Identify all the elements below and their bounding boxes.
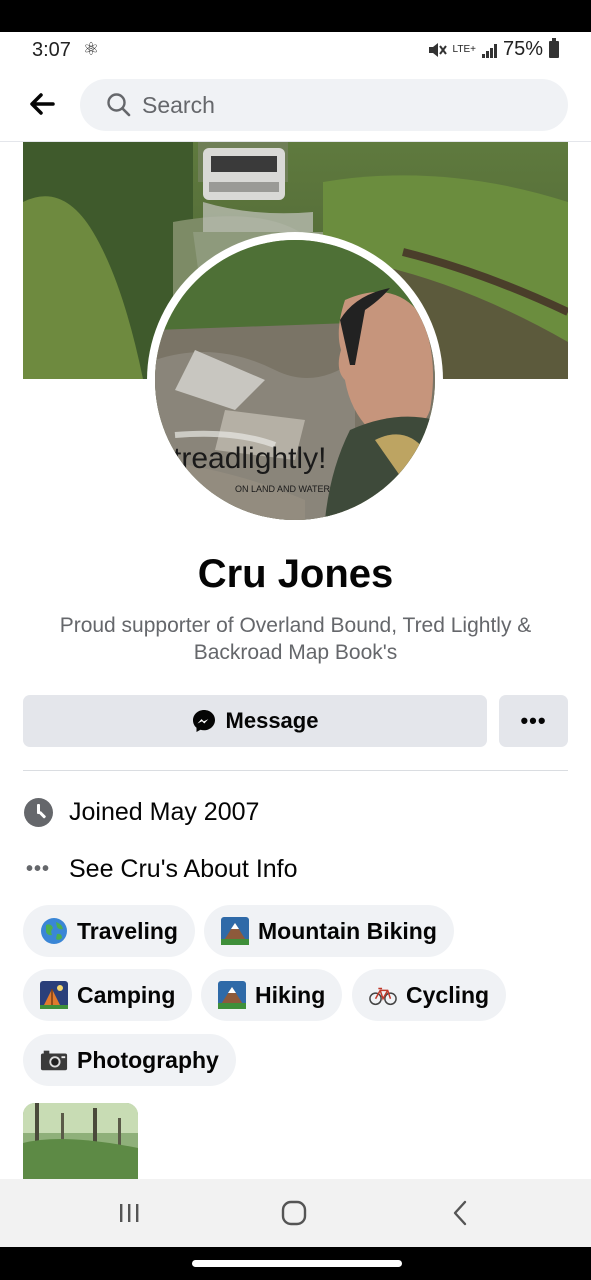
status-bar: 3:07 ⚛ LTE+ 75% bbox=[0, 32, 591, 68]
status-time: 3:07 bbox=[32, 39, 71, 61]
about-info-link[interactable]: See Cru's About Info bbox=[69, 855, 298, 884]
interest-label: Photography bbox=[77, 1046, 219, 1073]
thumbnail-image bbox=[23, 1103, 138, 1179]
app-bar bbox=[0, 68, 591, 142]
interest-chip-camping[interactable]: Camping bbox=[23, 969, 193, 1021]
messenger-icon bbox=[192, 710, 215, 732]
nav-back-button[interactable] bbox=[430, 1193, 490, 1233]
notification-icon: ⚛ bbox=[83, 39, 100, 59]
interest-label: Camping bbox=[77, 981, 176, 1008]
signal-icon bbox=[481, 42, 497, 58]
network-type: LTE+ bbox=[452, 44, 476, 55]
interest-chip-traveling[interactable]: Traveling bbox=[23, 905, 195, 957]
message-button[interactable]: Message bbox=[23, 695, 487, 747]
search-input[interactable] bbox=[142, 91, 522, 119]
interest-label: Traveling bbox=[77, 917, 178, 944]
mountain-icon bbox=[221, 917, 249, 945]
joined-text: Joined May 2007 bbox=[69, 797, 260, 826]
camping-icon bbox=[40, 981, 68, 1009]
interest-label: Mountain Biking bbox=[258, 917, 437, 944]
home-indicator[interactable] bbox=[192, 1260, 402, 1267]
divider bbox=[23, 770, 568, 771]
avatar-logo-subtext: ON LAND AND WATER bbox=[235, 484, 331, 494]
battery-percent: 75% bbox=[502, 38, 543, 60]
android-nav-bar bbox=[0, 1179, 591, 1247]
back-button[interactable] bbox=[22, 86, 62, 122]
message-label: Message bbox=[225, 708, 319, 733]
interest-chip-hiking[interactable]: Hiking bbox=[201, 969, 343, 1021]
profile-bio: Proud supporter of Overland Bound, Tred … bbox=[59, 614, 532, 664]
chevron-left-icon bbox=[453, 1200, 467, 1226]
interest-label: Cycling bbox=[406, 981, 490, 1008]
more-dots-icon: ••• bbox=[25, 857, 50, 880]
battery-icon bbox=[549, 38, 559, 58]
profile-name: Cru Jones bbox=[197, 552, 394, 596]
bicycle-icon bbox=[369, 981, 397, 1009]
camera-icon bbox=[40, 1046, 68, 1074]
more-dots-icon: ••• bbox=[520, 708, 547, 733]
more-options-button[interactable]: ••• bbox=[499, 695, 568, 747]
search-bar[interactable] bbox=[80, 79, 568, 131]
globe-icon bbox=[40, 917, 68, 945]
avatar-logo-text: treadlightly! bbox=[173, 442, 326, 475]
interest-label: Hiking bbox=[255, 981, 326, 1008]
joined-row: Joined May 2007 bbox=[23, 797, 259, 827]
recent-apps-icon bbox=[120, 1204, 139, 1222]
interest-chip-photography[interactable]: Photography bbox=[23, 1034, 236, 1086]
camera-cutout-bar bbox=[0, 0, 591, 32]
recent-apps-button[interactable] bbox=[99, 1193, 159, 1233]
back-arrow-icon bbox=[30, 93, 55, 115]
photo-thumbnail[interactable] bbox=[23, 1103, 138, 1179]
status-right-group: LTE+ 75% bbox=[427, 38, 559, 61]
avatar-image: treadlightly! ON LAND AND WATER bbox=[155, 240, 435, 520]
mountain-icon bbox=[218, 981, 246, 1009]
about-info-row[interactable]: ••• See Cru's About Info bbox=[23, 854, 298, 884]
interest-chip-cycling[interactable]: Cycling bbox=[352, 969, 507, 1021]
mute-icon bbox=[428, 42, 447, 57]
search-icon bbox=[107, 93, 131, 117]
profile-avatar[interactable]: treadlightly! ON LAND AND WATER bbox=[155, 240, 435, 520]
home-icon bbox=[281, 1200, 307, 1226]
interest-chip-mountain-biking[interactable]: Mountain Biking bbox=[204, 905, 454, 957]
clock-icon bbox=[23, 797, 53, 827]
home-button[interactable] bbox=[264, 1193, 324, 1233]
